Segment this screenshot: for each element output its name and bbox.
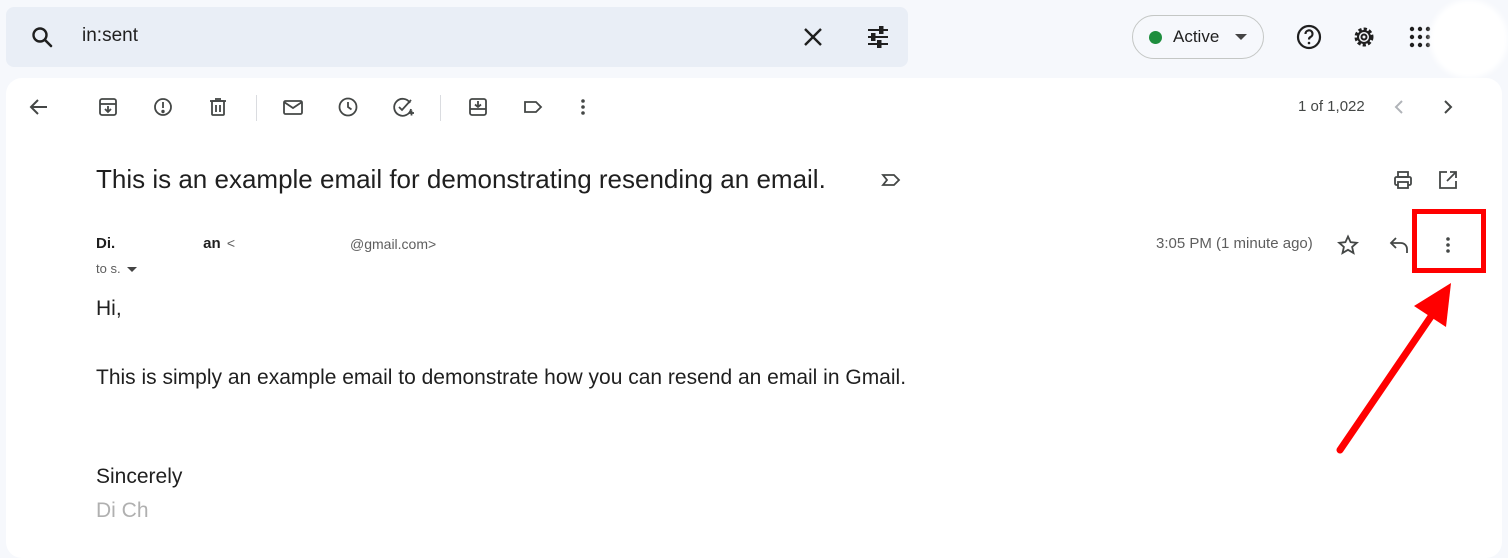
email-closing: Sincerely <box>96 465 183 488</box>
status-dropdown[interactable]: Active <box>1132 15 1264 59</box>
search-input[interactable]: in:sent <box>82 25 138 47</box>
toolbar-divider <box>440 95 441 121</box>
pagination-count: 1 of 1,022 <box>1298 98 1365 115</box>
email-body-text: This is simply an example email to demon… <box>96 366 907 389</box>
chevron-down-icon[interactable] <box>126 267 137 273</box>
status-label: Active <box>1173 27 1220 46</box>
star-icon[interactable] <box>1337 234 1359 256</box>
status-dot-icon <box>1149 31 1162 44</box>
email-timestamp: 3:05 PM (1 minute ago) <box>1156 235 1313 252</box>
close-icon[interactable] <box>801 25 825 49</box>
snooze-clock-icon[interactable] <box>337 96 359 118</box>
label-icon[interactable] <box>522 96 544 118</box>
report-spam-icon[interactable] <box>152 96 174 118</box>
important-marker-icon[interactable] <box>880 169 902 191</box>
sender-address: @gmail.com> <box>350 236 437 252</box>
open-in-new-window-icon[interactable] <box>1437 169 1459 191</box>
chevron-left-icon[interactable] <box>1388 96 1410 118</box>
email-panel <box>6 78 1502 558</box>
trash-icon[interactable] <box>207 96 229 118</box>
search-icon[interactable] <box>30 25 54 49</box>
print-icon[interactable] <box>1392 169 1414 191</box>
gear-icon[interactable] <box>1351 24 1377 50</box>
reply-icon[interactable] <box>1388 234 1410 256</box>
email-signature: Di Ch <box>96 499 149 522</box>
help-icon[interactable] <box>1296 24 1322 50</box>
archive-icon[interactable] <box>97 96 119 118</box>
blurred-avatar <box>1430 0 1508 78</box>
search-bar[interactable]: in:sent <box>6 7 908 67</box>
move-to-icon[interactable] <box>467 96 489 118</box>
chevron-right-icon[interactable] <box>1437 96 1459 118</box>
highlight-box <box>1412 209 1486 273</box>
add-to-tasks-icon[interactable] <box>392 96 414 118</box>
email-subject: This is an example email for demonstrati… <box>96 164 826 194</box>
recipients-details[interactable]: to s. <box>96 261 137 276</box>
toolbar-divider <box>256 95 257 121</box>
more-vert-icon[interactable] <box>572 96 594 118</box>
email-greeting: Hi, <box>96 297 122 320</box>
chevron-down-icon <box>1235 34 1247 40</box>
search-options-icon[interactable] <box>866 25 890 49</box>
mark-unread-icon[interactable] <box>282 96 304 118</box>
back-arrow-icon[interactable] <box>28 96 50 118</box>
sender-name[interactable]: Di. an < <box>96 235 235 252</box>
